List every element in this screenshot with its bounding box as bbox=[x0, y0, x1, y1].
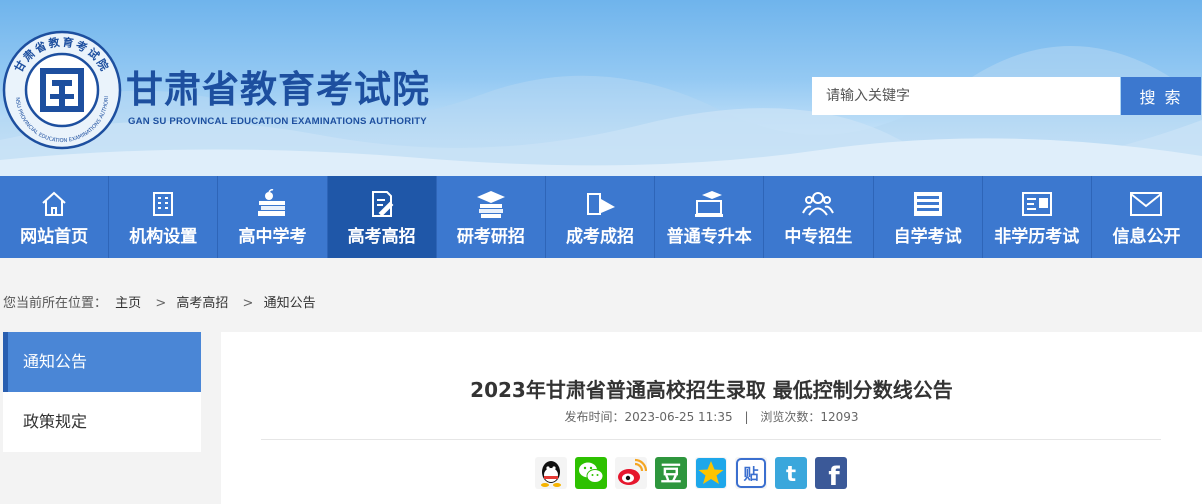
douban-share-button[interactable]: 豆 bbox=[655, 457, 687, 489]
nav-label: 高中学考 bbox=[238, 227, 307, 247]
twitter-share-button[interactable]: t bbox=[775, 457, 807, 489]
weibo-icon bbox=[618, 458, 647, 485]
article-meta: 发布时间：2023-06-25 11:35 | 浏览次数：12093 bbox=[221, 408, 1202, 425]
book-pencil-icon bbox=[587, 193, 616, 215]
facebook-glyph: f bbox=[828, 462, 840, 489]
nav-item-self-study[interactable]: 自学考试 bbox=[874, 176, 983, 258]
twitter-icon: t bbox=[786, 462, 796, 486]
nav-label: 高考高招 bbox=[347, 227, 416, 247]
home-icon bbox=[42, 191, 66, 216]
mail-icon bbox=[1130, 192, 1163, 216]
tieba-icon: 贴 bbox=[736, 458, 766, 488]
qq-share-button[interactable] bbox=[535, 457, 567, 489]
views-label: 浏览次数： bbox=[760, 410, 821, 424]
nav-label: 中专招生 bbox=[784, 227, 853, 247]
nav-label: 自学考试 bbox=[893, 227, 962, 247]
nav-label: 成考成招 bbox=[566, 227, 635, 247]
share-bar: 豆 贴 t f bbox=[535, 457, 847, 489]
nav-item-organization[interactable]: 机构设置 bbox=[109, 176, 219, 258]
nav-item-info-disclosure[interactable]: 信息公开 bbox=[1092, 176, 1201, 258]
meta-separator: | bbox=[744, 410, 749, 424]
id-card-icon bbox=[1021, 192, 1052, 216]
breadcrumb-home-link[interactable]: 主页 bbox=[115, 296, 141, 311]
breadcrumb-section-link[interactable]: 高考高招 bbox=[176, 296, 228, 311]
publish-time: 2023-06-25 11:35 bbox=[624, 410, 733, 424]
building-icon bbox=[153, 192, 174, 216]
nav-item-home[interactable]: 网站首页 bbox=[0, 176, 110, 258]
article-title: 2023年甘肃省普通高校招生录取 最低控制分数线公告 bbox=[470, 378, 953, 402]
nav-item-vocational[interactable]: 中专招生 bbox=[764, 176, 874, 258]
views-count: 12093 bbox=[820, 410, 859, 424]
nav-item-postgraduate[interactable]: 研考研招 bbox=[437, 176, 546, 258]
nav-item-adult-exam[interactable]: 成考成招 bbox=[546, 176, 656, 258]
breadcrumb-separator: > bbox=[155, 296, 167, 311]
people-icon bbox=[802, 192, 835, 216]
twitter-glyph: t bbox=[786, 462, 796, 486]
facebook-share-button[interactable]: f bbox=[815, 457, 847, 489]
list-icon bbox=[913, 192, 942, 216]
nav-label: 普通专升本 bbox=[666, 227, 752, 247]
article-panel: 2023年甘肃省普通高校招生录取 最低控制分数线公告 发布时间：2023-06-… bbox=[221, 332, 1202, 504]
publish-time-label: 发布时间： bbox=[564, 410, 625, 424]
wechat-share-button[interactable] bbox=[575, 457, 607, 489]
graduation-laptop-icon bbox=[695, 191, 724, 217]
breadcrumb-separator: > bbox=[242, 296, 254, 311]
search-button[interactable]: 搜 索 bbox=[1121, 77, 1201, 115]
sidebar: 通知公告 政策规定 bbox=[3, 332, 201, 452]
logo-emblem: 甘肃省教育考试院 GANSU PROVINCIAL EDUCATION EXAM… bbox=[2, 30, 122, 150]
site-subtitle: GAN SU PROVINCAL EDUCATION EXAMINATIONS … bbox=[128, 116, 427, 127]
tieba-glyph: 贴 bbox=[743, 465, 758, 483]
weibo-share-button[interactable] bbox=[615, 457, 647, 489]
breadcrumb: 您当前所在位置： 主页 > 高考高招 > 通知公告 bbox=[3, 292, 320, 311]
breadcrumb-prefix: 您当前所在位置： bbox=[3, 296, 108, 311]
sidebar-item-policies[interactable]: 政策规定 bbox=[3, 392, 201, 452]
main-nav: 网站首页 机构设置 高中学考 高考高招 研考研招 成考成招 普通专升本 中专招生… bbox=[0, 176, 1202, 258]
sidebar-item-notices[interactable]: 通知公告 bbox=[3, 332, 201, 392]
graduation-books-icon bbox=[476, 191, 505, 218]
qq-icon bbox=[541, 461, 561, 487]
nav-label: 非学历考试 bbox=[994, 227, 1080, 247]
nav-label: 机构设置 bbox=[129, 227, 198, 247]
douban-glyph: 豆 bbox=[661, 462, 682, 486]
qzone-share-button[interactable] bbox=[695, 457, 727, 489]
nav-label: 研考研招 bbox=[456, 227, 525, 247]
nav-item-non-degree[interactable]: 非学历考试 bbox=[983, 176, 1092, 258]
qzone-icon bbox=[696, 458, 726, 488]
nav-item-high-school-exam[interactable]: 高中学考 bbox=[218, 176, 328, 258]
books-apple-icon bbox=[258, 189, 286, 216]
wechat-icon bbox=[579, 462, 604, 483]
nav-label: 网站首页 bbox=[20, 227, 89, 247]
document-pen-icon bbox=[371, 191, 394, 217]
tieba-share-button[interactable]: 贴 bbox=[735, 457, 767, 489]
facebook-icon: f bbox=[828, 462, 840, 489]
search-input[interactable] bbox=[812, 77, 1120, 115]
nav-item-college-admission[interactable]: 高考高招 bbox=[327, 176, 437, 258]
nav-label: 信息公开 bbox=[1112, 227, 1181, 247]
divider bbox=[261, 439, 1161, 440]
douban-icon: 豆 bbox=[661, 462, 682, 486]
nav-item-upgrade-degree[interactable]: 普通专升本 bbox=[655, 176, 765, 258]
breadcrumb-current-link[interactable]: 通知公告 bbox=[264, 296, 316, 311]
site-title: 甘肃省教育考试院 bbox=[126, 68, 430, 111]
site-header: 甘肃省教育考试院 GANSU PROVINCIAL EDUCATION EXAM… bbox=[0, 0, 1202, 176]
